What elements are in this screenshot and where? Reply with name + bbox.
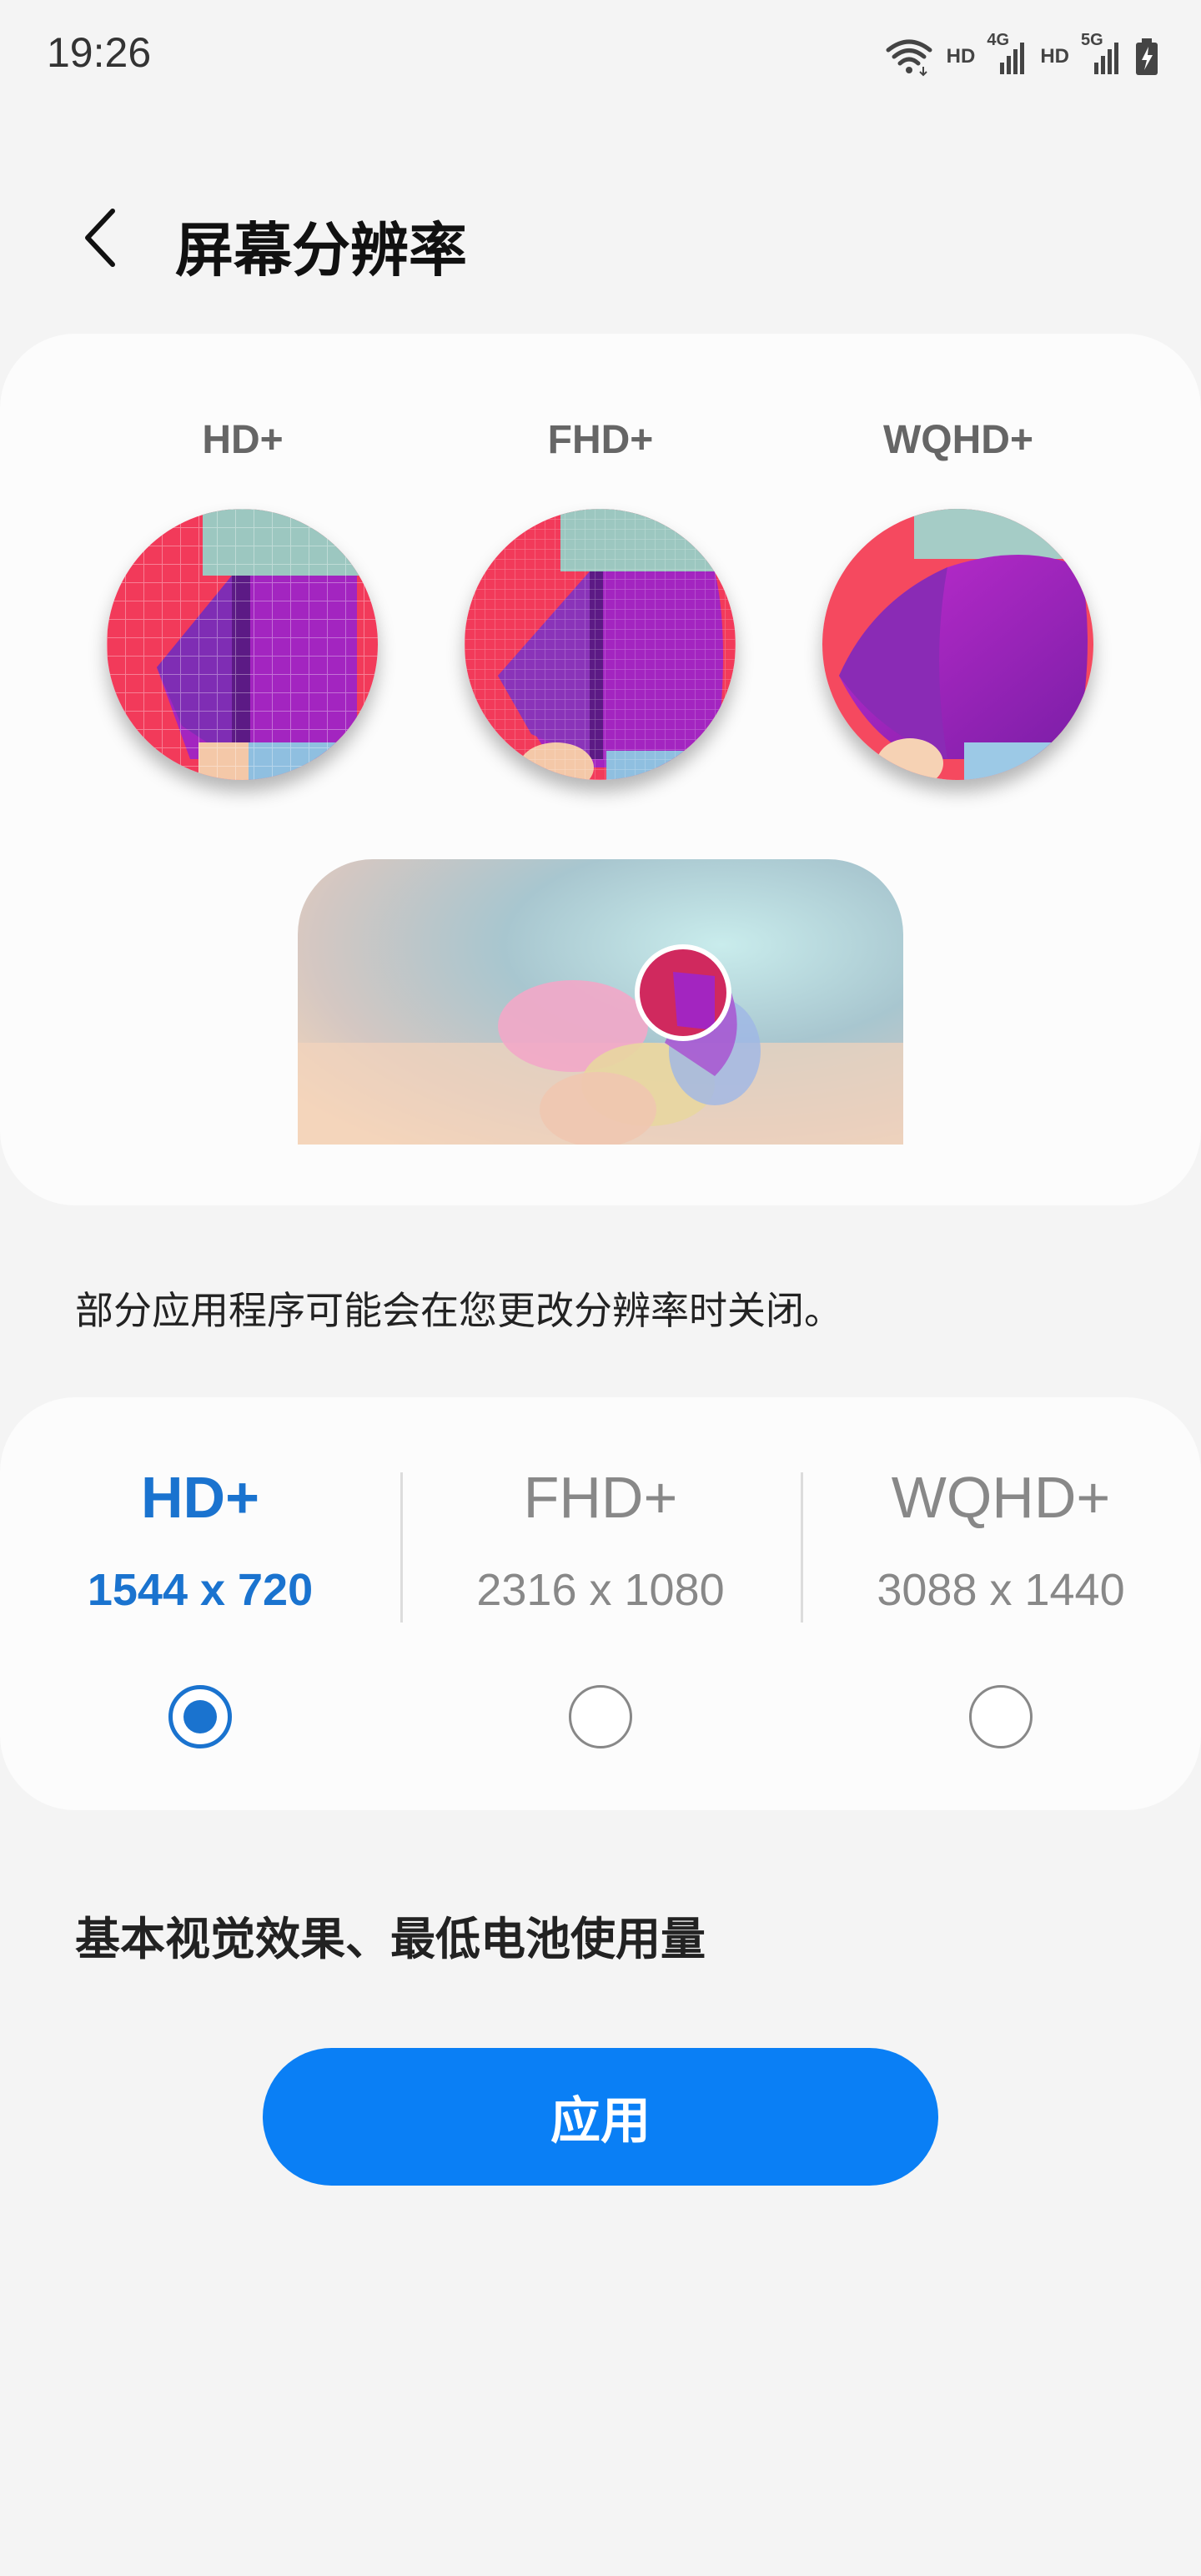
resolution-options-card: HD+ 1544 x 720 FHD+ 2316 x 1080 WQHD+ 30… [0,1397,1201,1810]
network-type-label-2: 5G [1081,31,1103,49]
wifi-icon [886,39,932,77]
preview-zoom-fhd [465,509,736,780]
signal-5g-icon: 5G [1081,31,1121,76]
resolution-change-note: 部分应用程序可能会在您更改分辨率时关闭。 [75,1288,842,1333]
preview-zoom-wqhd [822,509,1093,780]
option-wqhd-plus[interactable]: WQHD+ 3088 x 1440 [801,1397,1201,1810]
option-hd-plus[interactable]: HD+ 1544 x 720 [0,1397,400,1810]
preview-label-hd: HD+ [202,418,284,462]
option-fhd-plus[interactable]: FHD+ 2316 x 1080 [400,1397,801,1810]
radio-hd-plus[interactable] [168,1685,232,1748]
status-bar: 19:26 HD 4G HD 5G [0,0,1201,108]
status-icons: HD 4G HD 5G [885,31,1159,80]
option-name: WQHD+ [891,1465,1111,1530]
option-dimensions: 3088 x 1440 [877,1565,1125,1615]
preview-label-fhd: FHD+ [547,418,654,462]
header: 屏幕分辨率 [0,167,1201,309]
resolution-preview-card: HD+ FHD+ WQHD+ [0,334,1201,1205]
radio-wqhd-plus[interactable] [969,1685,1033,1748]
hd-badge: HD [946,45,976,68]
preview-label-wqhd: WQHD+ [883,418,1033,462]
option-description: 基本视觉效果、最低电池使用量 [75,1913,706,1965]
chevron-left-icon [85,209,115,267]
page-title: 屏幕分辨率 [175,216,467,284]
wallpaper-preview [298,859,903,1145]
radio-fhd-plus[interactable] [569,1685,632,1748]
signal-4g-icon: 4G [987,31,1027,76]
option-dimensions: 1544 x 720 [87,1565,314,1615]
preview-zoom-hd [107,509,378,780]
status-time: 19:26 [47,29,152,76]
apply-button[interactable]: 应用 [263,2048,938,2186]
hd-badge-2: HD [1040,45,1069,68]
back-button[interactable] [67,200,133,275]
option-name: FHD+ [523,1465,678,1530]
option-name: HD+ [141,1465,259,1530]
option-dimensions: 2316 x 1080 [476,1565,725,1615]
network-type-label: 4G [987,31,1010,49]
battery-charging-icon [1136,38,1158,75]
